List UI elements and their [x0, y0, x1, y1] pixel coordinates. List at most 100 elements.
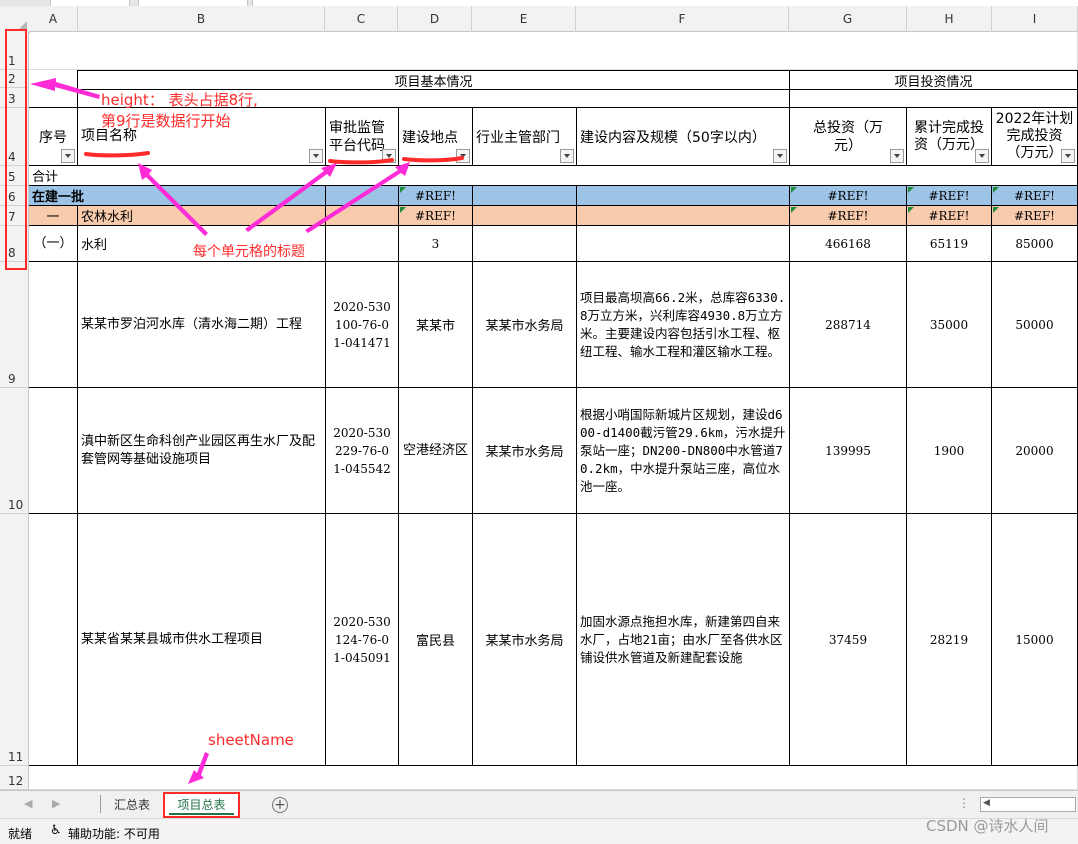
error-indicator-icon — [791, 187, 797, 193]
data-total-cell[interactable]: 37459 — [790, 514, 907, 766]
data-scope-cell[interactable]: 加固水源点拖担水库，新建第四自来水厂，占地21亩；由水厂至各供水区铺设供水管道及… — [577, 514, 790, 766]
column-header-f[interactable]: F — [576, 6, 789, 32]
column-header-a[interactable]: A — [29, 6, 78, 32]
horizontal-scrollbar[interactable]: ◀ — [980, 797, 1076, 812]
add-sheet-button[interactable]: + — [272, 797, 288, 813]
filter-dropdown-icon[interactable] — [890, 149, 904, 163]
group-cell-e[interactable] — [473, 186, 577, 206]
header-location-label: 建设地点 — [402, 129, 458, 146]
row-header-11[interactable]: 11 — [0, 514, 29, 766]
filter-dropdown-icon[interactable] — [1061, 149, 1075, 163]
filter-dropdown-icon[interactable] — [456, 149, 470, 163]
sub-cell-d[interactable]: 3 — [399, 226, 473, 262]
group-cell-i[interactable]: #REF! — [992, 186, 1078, 206]
header-group-basic[interactable]: 项目基本情况 — [78, 70, 790, 90]
data-code-cell[interactable]: 2020-530124-76-01-045091 — [326, 514, 399, 766]
category-cell-h[interactable]: #REF! — [907, 206, 992, 226]
group-cell-g[interactable]: #REF! — [790, 186, 907, 206]
data-code-cell[interactable]: 2020-530229-76-01-045542 — [326, 388, 399, 514]
annotation-sheetname: sheetName — [208, 731, 294, 749]
column-header-h[interactable]: H — [907, 6, 992, 32]
scroll-right-icon[interactable]: ▶ — [52, 797, 60, 810]
tab-resize-handle[interactable]: ⋮ — [958, 796, 970, 810]
header-row-3-invest[interactable] — [790, 90, 1078, 108]
data-plan-cell[interactable]: 50000 — [992, 262, 1078, 388]
cell-a2[interactable] — [29, 70, 78, 108]
data-seq-cell[interactable] — [29, 388, 78, 514]
data-done-cell[interactable]: 35000 — [907, 262, 992, 388]
data-scope-cell[interactable]: 根据小哨国际新城片区规划，建设d600-d1400截污管29.6km，污水提升泵… — [577, 388, 790, 514]
data-plan-cell[interactable]: 15000 — [992, 514, 1078, 766]
filter-dropdown-icon[interactable] — [309, 149, 323, 163]
empty-row-12[interactable] — [29, 766, 1078, 790]
header-scope[interactable]: 建设内容及规模（50字以内） — [577, 108, 790, 166]
group-cell-c[interactable] — [326, 186, 399, 206]
status-accessibility[interactable]: 辅助功能: 不可用 — [68, 825, 160, 842]
row-header-9[interactable]: 9 — [0, 262, 29, 388]
group-label-cell[interactable]: 在建一批 — [29, 186, 326, 206]
error-indicator-icon — [993, 207, 999, 213]
header-group-invest[interactable]: 项目投资情况 — [790, 70, 1078, 90]
sheet-tab-project-total[interactable]: 项目总表 — [163, 792, 240, 818]
sub-cell-h[interactable]: 65119 — [907, 226, 992, 262]
data-dept-cell[interactable]: 某某市水务局 — [473, 514, 577, 766]
column-header-i[interactable]: I — [992, 6, 1078, 32]
data-plan-cell[interactable]: 20000 — [992, 388, 1078, 514]
column-header-d[interactable]: D — [398, 6, 472, 32]
category-seq[interactable]: 一 — [29, 206, 78, 226]
data-seq-cell[interactable] — [29, 514, 78, 766]
sub-cell-i[interactable]: 85000 — [992, 226, 1078, 262]
filter-dropdown-icon[interactable] — [61, 149, 75, 163]
data-done-cell[interactable]: 1900 — [907, 388, 992, 514]
data-location-cell[interactable]: 某某市 — [399, 262, 473, 388]
filter-dropdown-icon[interactable] — [975, 149, 989, 163]
sub-seq[interactable]: （一） — [29, 226, 78, 262]
data-name-cell[interactable]: 某某省某某县城市供水工程项目 — [78, 514, 326, 766]
category-cell-i[interactable]: #REF! — [992, 206, 1078, 226]
data-scope-cell[interactable]: 项目最高坝高66.2米，总库容6330.8万立方米，兴利库容4930.8万立方米… — [577, 262, 790, 388]
sub-cell-e[interactable] — [473, 226, 577, 262]
annotation-height-line1: height： 表头占据8行, — [101, 91, 258, 109]
data-code-cell[interactable]: 2020-530100-76-01-041471 — [326, 262, 399, 388]
category-cell-d[interactable]: #REF! — [399, 206, 473, 226]
scroll-left-icon[interactable]: ◀ — [24, 797, 32, 810]
data-seq-cell[interactable] — [29, 262, 78, 388]
data-location-cell[interactable]: 空港经济区 — [399, 388, 473, 514]
watermark: CSDN @诗水人间 — [926, 817, 1049, 835]
filter-dropdown-icon[interactable] — [560, 149, 574, 163]
accessibility-icon[interactable]: ♿ — [50, 823, 62, 838]
data-location-cell[interactable]: 富民县 — [399, 514, 473, 766]
sub-cell-g[interactable]: 466168 — [790, 226, 907, 262]
category-cell-g[interactable]: #REF! — [790, 206, 907, 226]
category-cell-e[interactable] — [473, 206, 577, 226]
category-name[interactable]: 农林水利 — [78, 206, 326, 226]
column-header-g[interactable]: G — [789, 6, 907, 32]
scroll-left-arrow-icon[interactable]: ◀ — [983, 798, 990, 808]
sub-cell-f[interactable] — [577, 226, 790, 262]
column-header-e[interactable]: E — [472, 6, 576, 32]
data-total-cell[interactable]: 288714 — [790, 262, 907, 388]
header-total-label: 总投资（万元） — [813, 119, 883, 154]
group-cell-h[interactable]: #REF! — [907, 186, 992, 206]
filter-dropdown-icon[interactable] — [773, 149, 787, 163]
sheet-tab-summary[interactable]: 汇总表 — [104, 795, 160, 815]
summary-row[interactable]: 合计 — [29, 166, 1078, 186]
data-dept-cell[interactable]: 某某市水务局 — [473, 262, 577, 388]
row-header-12[interactable]: 12 — [0, 766, 29, 790]
group-label: 在建一批 — [32, 190, 85, 205]
sub-cell-c[interactable] — [326, 226, 399, 262]
group-cell-d[interactable]: #REF! — [399, 186, 473, 206]
data-dept-cell[interactable]: 某某市水务局 — [473, 388, 577, 514]
data-name-cell[interactable]: 某某市罗泊河水库（清水海二期）工程 — [78, 262, 326, 388]
data-name-cell[interactable]: 滇中新区生命科创产业园区再生水厂及配套管网等基础设施项目 — [78, 388, 326, 514]
row-header-10[interactable]: 10 — [0, 388, 29, 514]
data-done-cell[interactable]: 28219 — [907, 514, 992, 766]
column-header-b[interactable]: B — [78, 6, 325, 32]
empty-row-1[interactable] — [29, 32, 1078, 70]
category-cell-c[interactable] — [326, 206, 399, 226]
column-header-c[interactable]: C — [325, 6, 398, 32]
data-total-cell[interactable]: 139995 — [790, 388, 907, 514]
group-cell-f[interactable] — [577, 186, 790, 206]
filter-dropdown-icon[interactable] — [382, 149, 396, 163]
category-cell-f[interactable] — [577, 206, 790, 226]
